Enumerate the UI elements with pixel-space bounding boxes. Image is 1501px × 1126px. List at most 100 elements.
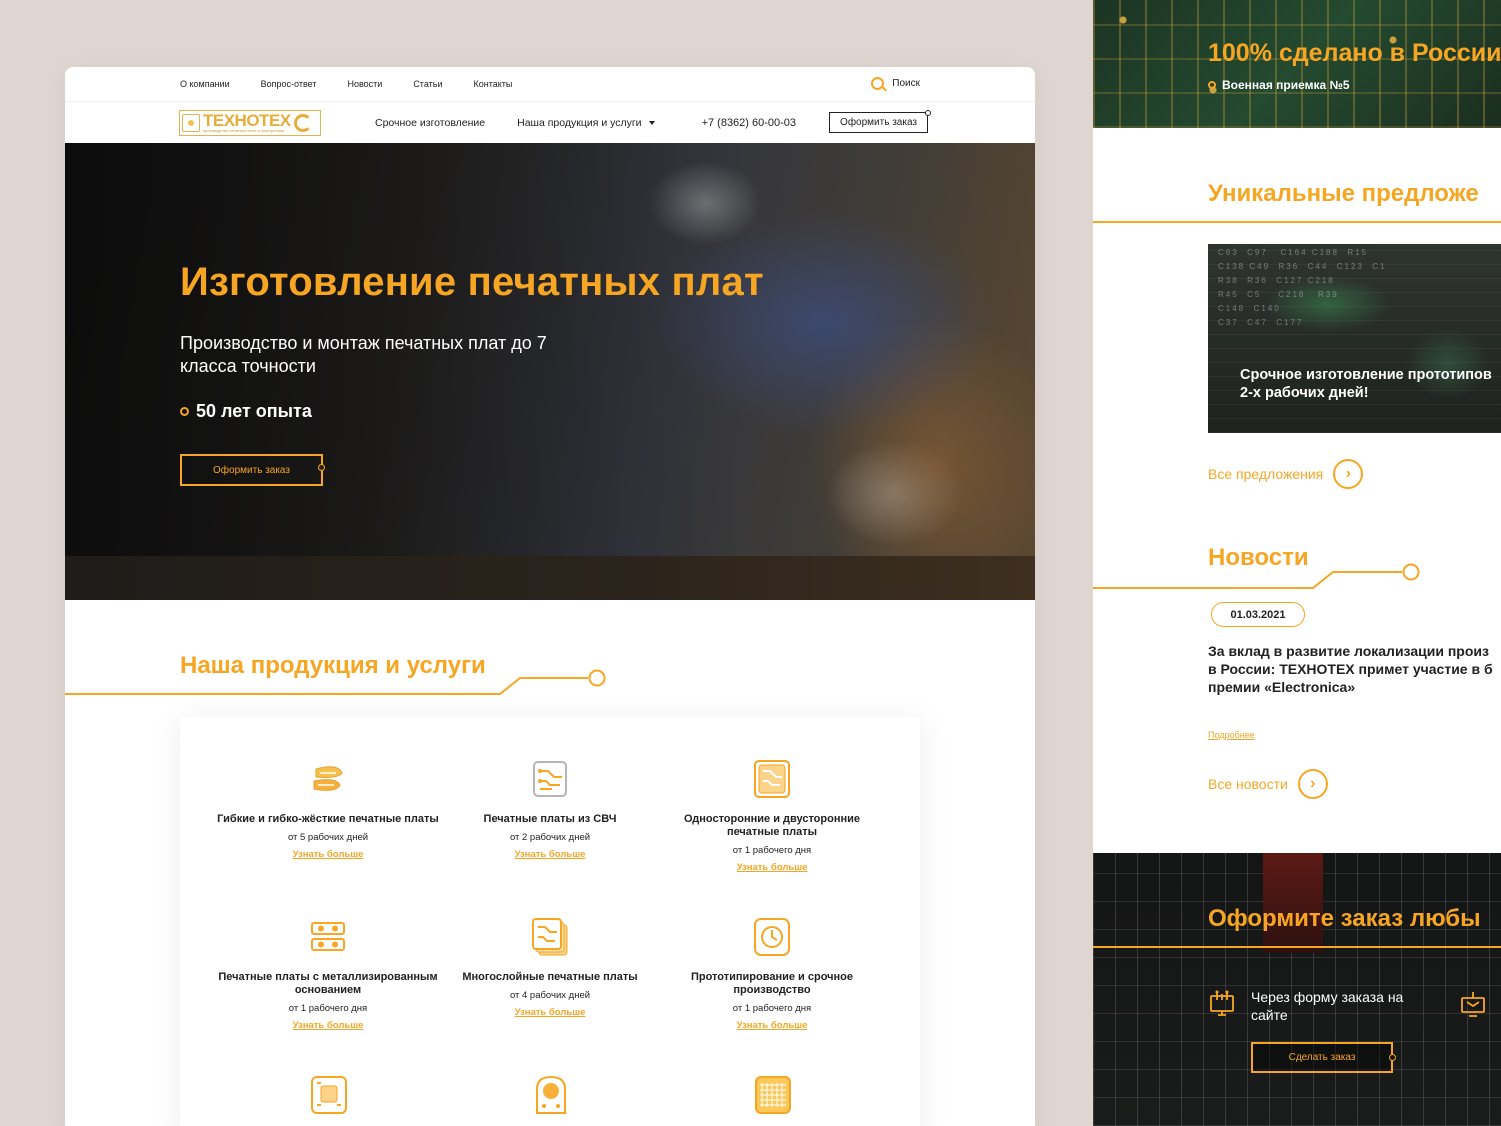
circuit-node-icon bbox=[924, 110, 931, 116]
product-name: Печатные платы из СВЧ bbox=[483, 813, 617, 825]
product-time: от 1 рабочего дня bbox=[732, 845, 812, 856]
logo-emblem-icon bbox=[182, 113, 200, 132]
hero-experience-text: 50 лет опыта bbox=[196, 401, 312, 421]
clock-icon bbox=[754, 918, 790, 956]
news-headline[interactable]: За вклад в развитие локализации произ в … bbox=[1208, 642, 1501, 696]
product-more-link[interactable]: Узнать больше bbox=[293, 1020, 364, 1031]
nav-order-label: Оформить заказ bbox=[840, 117, 917, 128]
flex-pcb-icon bbox=[313, 766, 343, 791]
news-headline-line-1: За вклад в развитие локализации произ bbox=[1208, 643, 1489, 659]
chevron-right-icon: › bbox=[1333, 459, 1364, 489]
side-page-mockup: 100% сделано в России Военная приемка №5… bbox=[1093, 0, 1501, 1126]
double-sided-pcb-icon bbox=[754, 760, 790, 798]
circuit-node-icon bbox=[1389, 1054, 1396, 1061]
monitor-mail-icon bbox=[1461, 992, 1485, 1017]
chip-board-icon bbox=[311, 1076, 347, 1114]
product-name: Прототипирование и срочное производство bbox=[690, 971, 854, 996]
all-news-link[interactable]: Все новости › bbox=[1208, 769, 1328, 799]
product-name: Односторонние и двусторонние печатные пл… bbox=[683, 813, 861, 838]
nav-urgent-production[interactable]: Срочное изготовление bbox=[375, 117, 485, 129]
topbar-link-news[interactable]: Новости bbox=[347, 79, 382, 89]
topbar-link-contacts[interactable]: Контакты bbox=[473, 79, 512, 89]
product-card: Печатные платы из СВЧ от 2 рабочих дней … bbox=[439, 759, 661, 862]
product-time: от 4 рабочих дней bbox=[509, 990, 591, 1001]
military-acceptance: Военная приемка №5 bbox=[1208, 78, 1350, 92]
product-card: Многослойные печатные платы от 4 рабочих… bbox=[439, 917, 661, 1020]
product-card: Печатные платы с металлизированным основ… bbox=[217, 917, 439, 1033]
search-button[interactable]: Поиск bbox=[871, 77, 920, 90]
circuit-line-decoration bbox=[1093, 563, 1420, 589]
main-nav: ТЕХНОТЕХ производство печатных плат и эл… bbox=[65, 101, 1035, 143]
made-in-russia-title: 100% сделано в России bbox=[1208, 39, 1501, 67]
topbar-link-articles[interactable]: Статьи bbox=[413, 79, 442, 89]
products-grid: Гибкие и гибко-жёсткие печатные платы от… bbox=[180, 717, 920, 1126]
circuit-node-icon bbox=[318, 464, 325, 471]
ring-bullet-icon bbox=[180, 407, 189, 416]
top-bar: О компании Вопрос-ответ Новости Статьи К… bbox=[65, 67, 1035, 101]
hero-title: Изготовление печатных плат bbox=[180, 260, 764, 304]
offer-card[interactable]: Срочное изготовление прототипов 2-х рабо… bbox=[1208, 244, 1501, 433]
monitor-form-icon bbox=[1210, 990, 1234, 1016]
all-news-label: Все новости bbox=[1208, 776, 1288, 792]
unique-offers-title: Уникальные предложе bbox=[1208, 180, 1479, 207]
product-time: от 1 рабочего дня bbox=[732, 1003, 812, 1014]
all-offers-label: Все предложения bbox=[1208, 466, 1324, 482]
search-label: Поиск bbox=[892, 78, 920, 89]
microwave-pcb-icon bbox=[533, 761, 567, 797]
cta-title: Оформите заказ любы bbox=[1208, 905, 1481, 932]
cta-method-text: Через форму заказа на сайте bbox=[1251, 989, 1404, 1023]
product-time: от 5 рабочих дней bbox=[287, 832, 369, 843]
nav-products-dropdown[interactable]: Наша продукция и услуги bbox=[517, 116, 655, 129]
phone-number[interactable]: +7 (8362) 60-00-03 bbox=[702, 117, 796, 129]
product-time: от 1 рабочего дня bbox=[288, 1003, 368, 1014]
product-name: Печатные платы с металлизированным основ… bbox=[218, 971, 438, 996]
product-name: Гибкие и гибко-жёсткие печатные платы bbox=[217, 813, 439, 825]
product-more-link[interactable]: Узнать больше bbox=[737, 1020, 808, 1031]
board-red-strip bbox=[1263, 853, 1323, 953]
product-time: от 2 рабочих дней bbox=[509, 832, 591, 843]
news-more-link[interactable]: Подробнее bbox=[1208, 730, 1255, 740]
metal-core-pcb-icon bbox=[311, 922, 345, 951]
topbar-link-about[interactable]: О компании bbox=[180, 79, 230, 89]
hero-bottom-band bbox=[65, 556, 1035, 600]
cta-make-order-label: Сделать заказ bbox=[1288, 1052, 1356, 1063]
offer-caption: Срочное изготовление прототипов 2-х рабо… bbox=[1240, 366, 1492, 402]
news-date-badge: 01.03.2021 bbox=[1211, 602, 1305, 627]
product-more-link[interactable]: Узнать больше bbox=[737, 862, 808, 873]
sensor-board-icon bbox=[536, 1075, 566, 1114]
hero-order-label: Оформить заказ bbox=[213, 464, 290, 476]
news-headline-line-2: в России: ТЕХНОТЕХ примет участие в б bbox=[1208, 661, 1493, 677]
hero-subtitle: Производство и монтаж печатных плат до 7… bbox=[180, 333, 547, 376]
topbar-link-faq[interactable]: Вопрос-ответ bbox=[261, 79, 317, 89]
ring-bullet-icon bbox=[1208, 81, 1216, 89]
product-card: Односторонние и двусторонние печатные пл… bbox=[661, 759, 883, 875]
search-icon bbox=[871, 77, 885, 90]
logo-wordmark: ТЕХНОТЕХ bbox=[203, 111, 291, 130]
product-card: Гибкие и гибко-жёсткие печатные платы от… bbox=[217, 759, 439, 862]
product-more-link[interactable]: Узнать больше bbox=[515, 849, 586, 860]
logo-c-icon bbox=[293, 113, 312, 132]
multilayer-pcb-icon bbox=[532, 918, 568, 956]
nav-products-label: Наша продукция и услуги bbox=[517, 116, 642, 129]
offer-caption-line-2: 2-х рабочих дней! bbox=[1240, 385, 1369, 401]
hero-banner: Изготовление печатных плат Производство … bbox=[65, 143, 1035, 600]
logo[interactable]: ТЕХНОТЕХ производство печатных плат и эл… bbox=[179, 109, 321, 136]
military-acceptance-text: Военная приемка №5 bbox=[1222, 78, 1350, 92]
news-headline-line-3: премии «Electronica» bbox=[1208, 679, 1356, 695]
hero-order-button[interactable]: Оформить заказ bbox=[180, 454, 325, 486]
chevron-right-icon: › bbox=[1297, 769, 1328, 799]
hero-experience: 50 лет опыта bbox=[180, 401, 312, 422]
cta-make-order-button[interactable]: Сделать заказ bbox=[1251, 1042, 1396, 1073]
logo-tagline: производство печатных плат и электроники bbox=[203, 128, 284, 133]
nav-order-button[interactable]: Оформить заказ bbox=[829, 110, 931, 133]
grid-board-icon bbox=[755, 1076, 791, 1114]
caret-down-icon bbox=[648, 120, 655, 125]
product-name: Многослойные печатные платы bbox=[462, 971, 638, 983]
offer-caption-line-1: Срочное изготовление прототипов bbox=[1240, 367, 1492, 383]
title-rule bbox=[1093, 221, 1501, 223]
product-more-link[interactable]: Узнать больше bbox=[293, 849, 364, 860]
pcb-banner-top: 100% сделано в России Военная приемка №5 bbox=[1093, 0, 1501, 128]
title-rule bbox=[1093, 946, 1501, 948]
product-more-link[interactable]: Узнать больше bbox=[515, 1007, 586, 1018]
all-offers-link[interactable]: Все предложения › bbox=[1208, 459, 1364, 489]
